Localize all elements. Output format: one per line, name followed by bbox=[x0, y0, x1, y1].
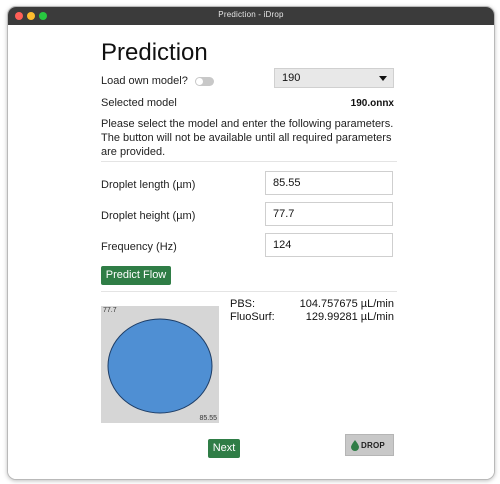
app-window: Prediction - iDrop Prediction Load own m… bbox=[7, 6, 495, 480]
result-value-pbs: 104.757675 µL/min bbox=[299, 298, 394, 310]
idrop-logo: DROP bbox=[345, 434, 394, 456]
page-title: Prediction bbox=[101, 39, 208, 66]
frequency-label: Frequency (Hz) bbox=[101, 241, 177, 253]
selected-model-value: 190.onnx bbox=[350, 98, 394, 109]
result-value-fluosurf: 129.99281 µL/min bbox=[305, 311, 394, 323]
droplet-icon bbox=[351, 440, 359, 451]
selected-model-label: Selected model bbox=[101, 97, 177, 109]
droplet-preview: 77.7 85.55 bbox=[101, 306, 219, 423]
result-name-fluosurf: FluoSurf: bbox=[230, 311, 275, 323]
result-name-pbs: PBS: bbox=[230, 298, 256, 310]
next-button[interactable]: Next bbox=[208, 439, 240, 458]
toggle-knob bbox=[196, 78, 203, 85]
load-own-model-toggle[interactable] bbox=[195, 77, 214, 86]
load-own-model-label: Load own model? bbox=[101, 75, 188, 87]
droplet-length-label: Droplet length (µm) bbox=[101, 179, 196, 191]
droplet-length-input[interactable] bbox=[265, 171, 393, 195]
droplet-height-annotation: 77.7 bbox=[103, 307, 117, 314]
chevron-down-icon bbox=[379, 76, 387, 81]
prediction-panel: Prediction Load own model? 190 Selected … bbox=[8, 25, 494, 479]
model-select-value: 190 bbox=[282, 72, 301, 84]
window-title: Prediction - iDrop bbox=[218, 10, 284, 19]
title-bar: Prediction - iDrop bbox=[8, 7, 494, 25]
droplet-height-label: Droplet height (µm) bbox=[101, 210, 196, 222]
model-select[interactable]: 190 bbox=[274, 68, 394, 88]
droplet-shape bbox=[107, 318, 213, 414]
frequency-input[interactable] bbox=[265, 233, 393, 257]
divider bbox=[101, 161, 397, 162]
logo-text: DROP bbox=[361, 441, 385, 450]
divider bbox=[101, 291, 397, 292]
droplet-length-annotation: 85.55 bbox=[199, 415, 217, 422]
droplet-height-input[interactable] bbox=[265, 202, 393, 226]
predict-flow-button[interactable]: Predict Flow bbox=[101, 266, 171, 285]
droplet-preview-canvas bbox=[107, 318, 213, 414]
instructions-text: Please select the model and enter the fo… bbox=[101, 118, 394, 158]
